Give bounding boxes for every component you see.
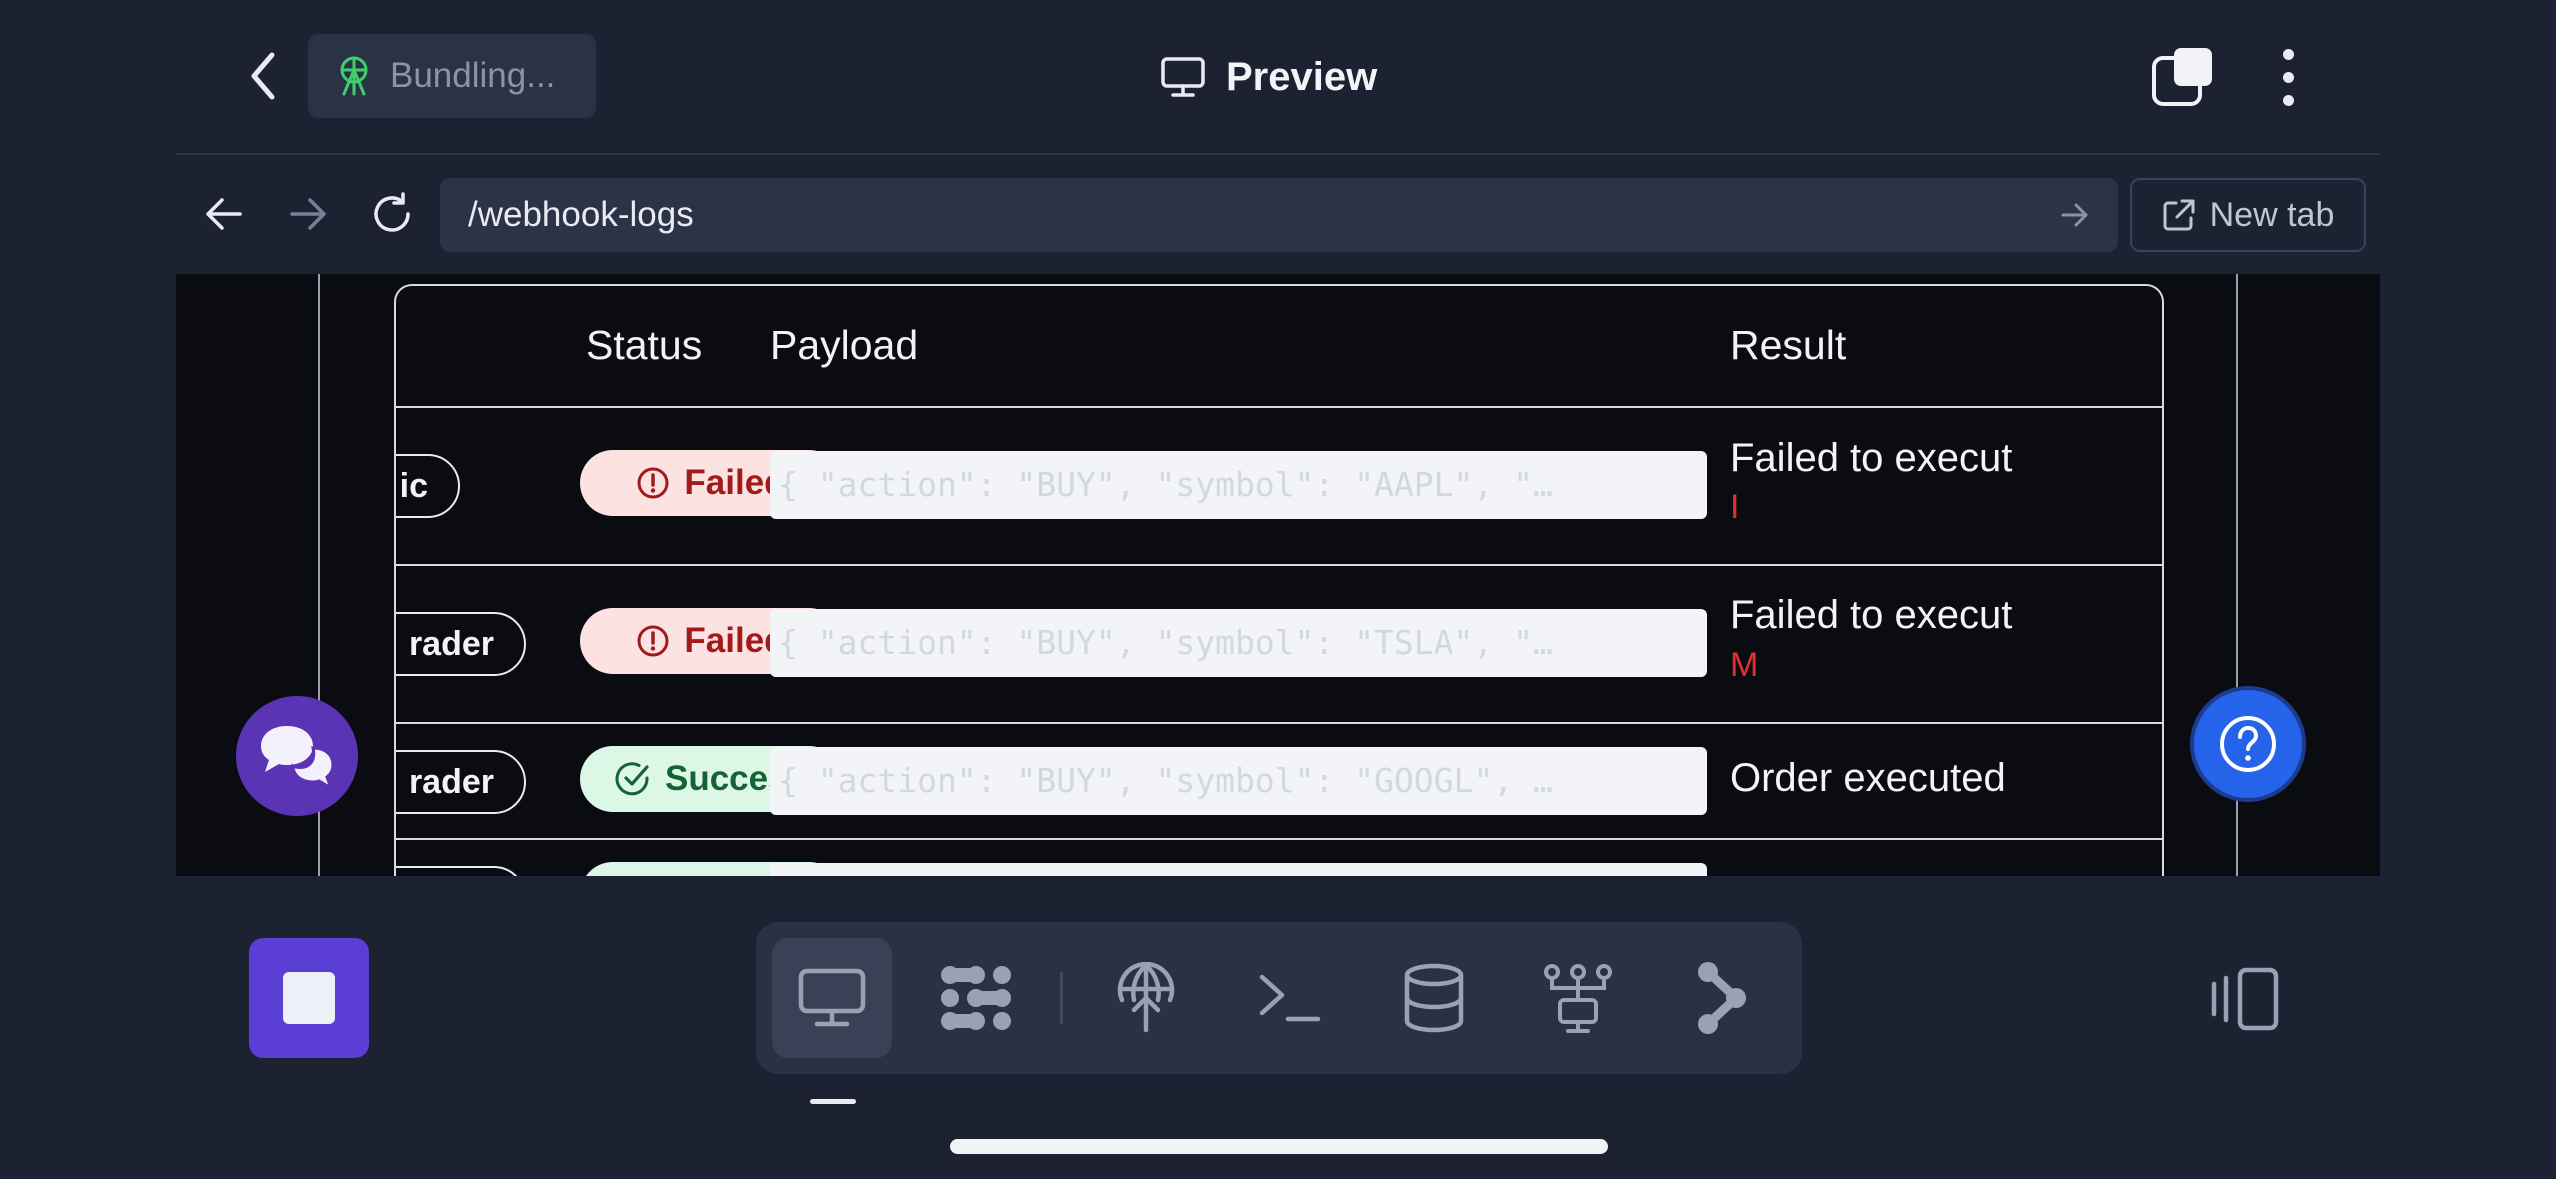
row-divider: [396, 406, 2162, 408]
payload-cell[interactable]: [770, 863, 1707, 876]
page-title: Preview: [1160, 44, 1377, 110]
back-button[interactable]: [238, 44, 288, 108]
reload-icon: [374, 192, 410, 232]
result-text: Order executed: [1730, 756, 2006, 800]
deploy-globe-icon: [1117, 962, 1175, 1033]
header-payload: Payload: [770, 322, 919, 368]
terminal-icon: [1259, 974, 1321, 1022]
dot: [2282, 71, 2294, 83]
more-menu-button[interactable]: [2262, 44, 2314, 110]
browser-forward-button[interactable]: [278, 184, 338, 244]
integrations-icon: [1698, 962, 1746, 1034]
result-subtext: M: [1730, 646, 1759, 684]
url-text: /webhook-logs: [468, 195, 694, 234]
alert-circle-icon: [637, 467, 669, 499]
network-icon: [1544, 964, 1612, 1033]
tabs-switcher-button[interactable]: [2150, 44, 2216, 110]
payload-cell[interactable]: { "action": "BUY", "symbol": "AAPL", "…: [770, 451, 1707, 519]
stop-icon: [283, 972, 335, 1024]
source-tag: rader: [396, 750, 526, 814]
row-divider: [396, 564, 2162, 566]
monitor-icon: [1161, 57, 1205, 97]
page-title-text: Preview: [1226, 54, 1378, 99]
new-tab-label: New tab: [2209, 195, 2335, 234]
tab-network[interactable]: [1518, 938, 1638, 1058]
webhook-logs-table: Status Payload Result ic Failed { "actio…: [394, 284, 2164, 876]
chevron-left-icon: [251, 52, 275, 100]
home-indicator: [950, 1139, 1608, 1154]
arrow-right-icon: [290, 198, 326, 230]
payload-cell[interactable]: { "action": "BUY", "symbol": "TSLA", "…: [770, 609, 1707, 677]
reload-button[interactable]: [362, 184, 422, 244]
result-subtext: I: [1730, 488, 1740, 526]
stop-button[interactable]: [249, 938, 369, 1058]
new-tab-button[interactable]: New tab: [2130, 178, 2366, 252]
build-status-text: Bundling...: [390, 56, 556, 95]
tab-deploy[interactable]: [1086, 938, 1206, 1058]
external-link-icon: [2163, 199, 2195, 231]
database-icon: [1404, 963, 1464, 1033]
tab-terminal[interactable]: [1230, 938, 1350, 1058]
build-status-pill: Bundling...: [308, 34, 596, 118]
web-preview[interactable]: Status Payload Result ic Failed { "actio…: [176, 274, 2380, 876]
tab-integrations[interactable]: [1662, 938, 1782, 1058]
sidebar-panel-icon: [2211, 967, 2279, 1031]
alert-circle-icon: [637, 625, 669, 657]
dot: [2282, 94, 2294, 106]
check-circle-icon: [615, 762, 649, 796]
row-divider: [396, 838, 2162, 840]
arrow-left-icon: [206, 198, 242, 230]
active-tab-indicator: [810, 1099, 856, 1104]
payload-cell[interactable]: { "action": "BUY", "symbol": "GOOGL", …: [770, 747, 1707, 815]
monitor-icon: [798, 968, 866, 1027]
toolbar-separator: [1060, 972, 1063, 1024]
panel-toggle-button[interactable]: [2210, 966, 2280, 1032]
tab-database[interactable]: [1374, 938, 1494, 1058]
source-tag: rader: [396, 612, 526, 676]
window-stack-icon: [2152, 48, 2212, 106]
help-button[interactable]: [2190, 686, 2306, 802]
result-text: Failed to execut: [1730, 593, 2013, 637]
dots-grid-icon: [941, 966, 1011, 1030]
browser-back-button[interactable]: [194, 184, 254, 244]
go-arrow-icon[interactable]: [2060, 202, 2090, 228]
header-divider: [176, 153, 2380, 155]
url-input[interactable]: /webhook-logs: [440, 178, 2118, 252]
source-tag: ic: [396, 454, 460, 518]
row-divider: [396, 722, 2162, 724]
tab-apps[interactable]: [916, 938, 1036, 1058]
chat-button[interactable]: [236, 696, 358, 816]
question-circle-icon: [2220, 716, 2276, 772]
header-status: Status: [586, 322, 703, 368]
tab-preview[interactable]: [772, 938, 892, 1058]
header-result: Result: [1730, 322, 1847, 368]
chat-bubbles-icon: [261, 726, 335, 792]
result-text: Failed to execut: [1730, 436, 2013, 480]
broadcast-tower-icon: [340, 56, 368, 96]
bottom-toolbar: [756, 922, 1802, 1074]
dot: [2282, 48, 2294, 60]
source-tag: [396, 866, 526, 876]
